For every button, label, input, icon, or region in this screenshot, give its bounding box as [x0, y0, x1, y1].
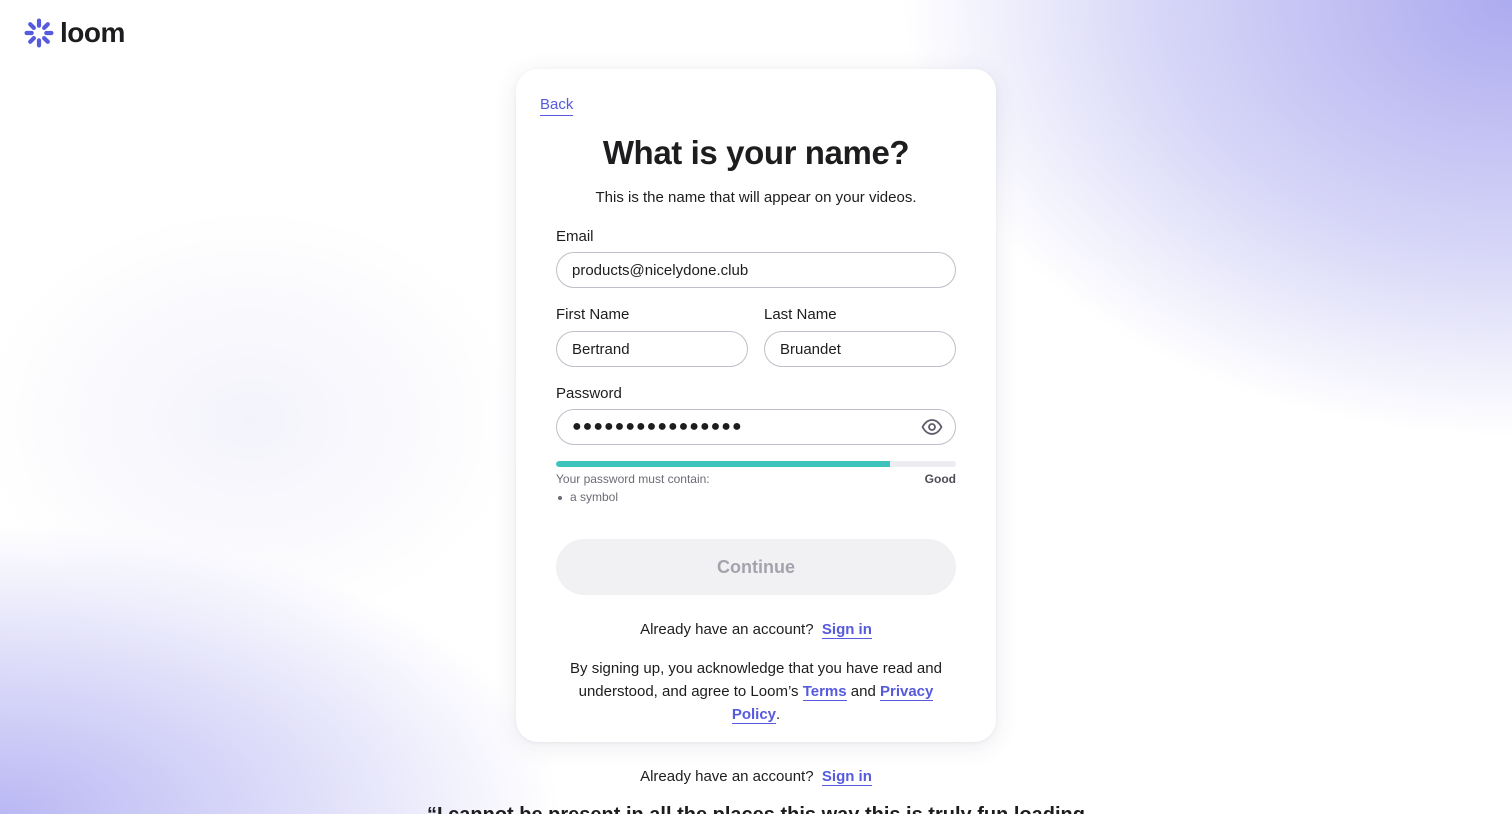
loom-logo[interactable]: loom [24, 18, 125, 48]
legal-notice: By signing up, you acknowledge that you … [566, 657, 946, 726]
password-requirement-item: a symbol [558, 490, 618, 505]
password-label: Password [556, 385, 622, 402]
signup-card: Back What is your name? This is the name… [516, 69, 996, 742]
eye-icon [921, 419, 943, 435]
page-title: What is your name? [602, 134, 910, 171]
sign-in-prompt-text: Already have an account? [640, 621, 814, 638]
footer-sign-in-link[interactable]: Sign in [821, 768, 872, 786]
footer-sign-in-prompt: Already have an account? Sign in [0, 768, 1512, 786]
footer-prompt-text: Already have an account? [640, 768, 814, 785]
legal-conjunction: and [850, 683, 876, 700]
password-strength-meter [556, 461, 956, 467]
password-strength-level: Good [924, 472, 956, 486]
password-requirements-hint: Your password must contain: [556, 472, 710, 486]
bullet-dot [558, 495, 562, 500]
last-name-label: Last Name [764, 306, 837, 323]
email-label: Email [556, 228, 594, 245]
page-subtitle: This is the name that will appear on you… [595, 189, 917, 206]
requirement-text: a symbol [570, 490, 619, 504]
sign-in-link[interactable]: Sign in [821, 621, 872, 639]
password-strength-fill [556, 461, 890, 467]
testimonial-quote: “I cannot be present in all the places t… [0, 803, 1512, 814]
legal-period: . [776, 706, 781, 723]
brand-name: loom [60, 17, 125, 48]
loom-burst-icon [24, 18, 54, 48]
last-name-field[interactable] [764, 331, 956, 367]
first-name-label: First Name [556, 306, 630, 323]
first-name-field[interactable] [556, 331, 748, 367]
password-field[interactable] [556, 409, 956, 445]
email-field[interactable] [556, 252, 956, 288]
sign-in-prompt: Already have an account? Sign in [516, 621, 996, 639]
show-password-button[interactable] [918, 415, 946, 439]
terms-link[interactable]: Terms [802, 683, 847, 701]
continue-button[interactable]: Continue [556, 539, 956, 595]
back-link[interactable]: Back [540, 96, 574, 116]
